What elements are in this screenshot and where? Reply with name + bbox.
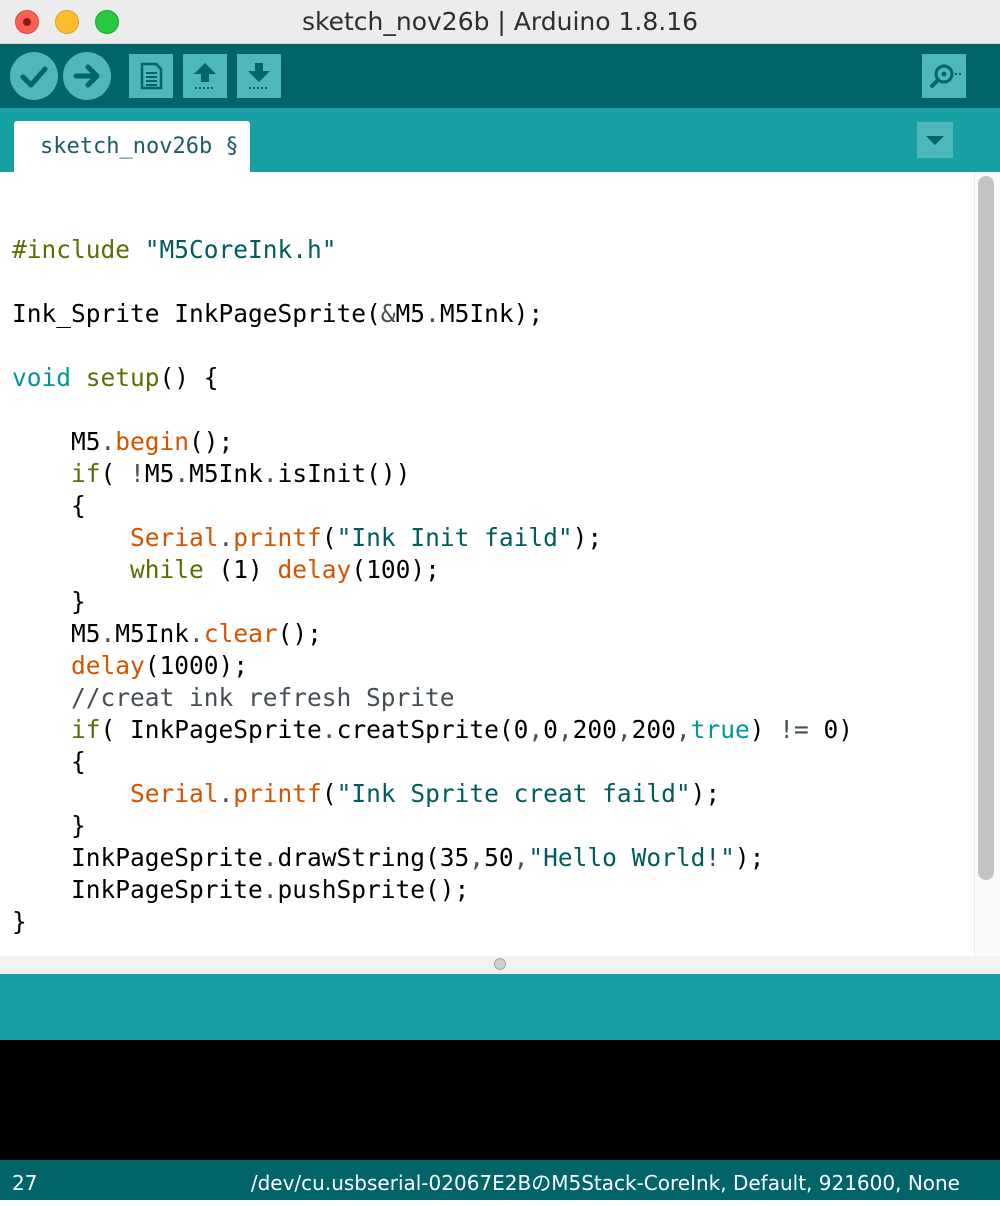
code-line[interactable]: InkPageSprite.drawString(35,50,"Hello Wo… xyxy=(12,842,853,874)
code-line[interactable]: M5.M5Ink.clear(); xyxy=(12,618,853,650)
status-bar: 27 /dev/cu.usbserial-02067E2BのM5Stack-Co… xyxy=(0,1160,1000,1200)
code-text[interactable]: #include "M5CoreInk.h" Ink_Sprite InkPage… xyxy=(12,202,853,956)
code-line[interactable]: Ink_Sprite InkPageSprite(&M5.M5Ink); xyxy=(12,298,853,330)
tab-label: sketch_nov26b § xyxy=(40,134,239,159)
code-line[interactable] xyxy=(12,330,853,362)
code-line[interactable]: { xyxy=(12,746,853,778)
code-line[interactable]: } xyxy=(12,810,853,842)
code-line[interactable]: Serial.printf("Ink Init faild"); xyxy=(12,522,853,554)
code-line[interactable] xyxy=(12,938,853,956)
upload-button[interactable] xyxy=(63,52,111,100)
window-title: sketch_nov26b | Arduino 1.8.16 xyxy=(301,7,699,36)
code-line[interactable]: InkPageSprite.pushSprite(); xyxy=(12,874,853,906)
code-line[interactable]: M5.begin(); xyxy=(12,426,853,458)
chevron-down-icon xyxy=(926,136,944,145)
code-line[interactable]: Serial.printf("Ink Sprite creat faild"); xyxy=(12,778,853,810)
arrow-right-icon xyxy=(73,64,100,88)
console-output[interactable] xyxy=(0,1040,1000,1160)
splitter-handle[interactable] xyxy=(494,958,506,970)
code-line[interactable]: if( InkPageSprite.creatSprite(0,0,200,20… xyxy=(12,714,853,746)
code-line[interactable]: { xyxy=(12,490,853,522)
code-line[interactable]: } xyxy=(12,906,853,938)
title-bar: sketch_nov26b | Arduino 1.8.16 xyxy=(0,0,1000,44)
code-line[interactable] xyxy=(12,202,853,234)
board-info: /dev/cu.usbserial-02067E2BのM5Stack-CoreI… xyxy=(250,1171,960,1195)
arrow-down-icon xyxy=(248,63,270,89)
tab-menu-button[interactable] xyxy=(917,122,953,158)
arrow-up-icon xyxy=(194,63,216,89)
magnifier-icon xyxy=(930,64,961,88)
new-sketch-button[interactable] xyxy=(129,54,173,98)
open-sketch-button[interactable] xyxy=(183,54,227,98)
tab-strip: sketch_nov26b § xyxy=(0,108,1000,172)
code-line[interactable]: #include "M5CoreInk.h" xyxy=(12,234,853,266)
line-number: 27 xyxy=(12,1171,38,1195)
message-area xyxy=(0,974,1000,1040)
editor-scrollbar-thumb[interactable] xyxy=(978,176,994,880)
verify-button[interactable] xyxy=(10,52,58,100)
save-sketch-button[interactable] xyxy=(237,54,281,98)
document-icon xyxy=(140,62,163,90)
code-line[interactable]: void setup() { xyxy=(12,362,853,394)
code-line[interactable] xyxy=(12,266,853,298)
code-line[interactable]: } xyxy=(12,586,853,618)
checkmark-icon xyxy=(20,66,48,88)
code-line[interactable]: if( !M5.M5Ink.isInit()) xyxy=(12,458,853,490)
code-line[interactable] xyxy=(12,394,853,426)
code-editor[interactable]: #include "M5CoreInk.h" Ink_Sprite InkPage… xyxy=(0,172,1000,956)
code-line[interactable]: //creat ink refresh Sprite xyxy=(12,682,853,714)
toolbar xyxy=(0,44,1000,108)
serial-monitor-button[interactable] xyxy=(922,54,966,98)
code-line[interactable]: delay(1000); xyxy=(12,650,853,682)
code-line[interactable]: while (1) delay(100); xyxy=(12,554,853,586)
tab-sketch-nov26b[interactable]: sketch_nov26b § xyxy=(14,121,250,172)
